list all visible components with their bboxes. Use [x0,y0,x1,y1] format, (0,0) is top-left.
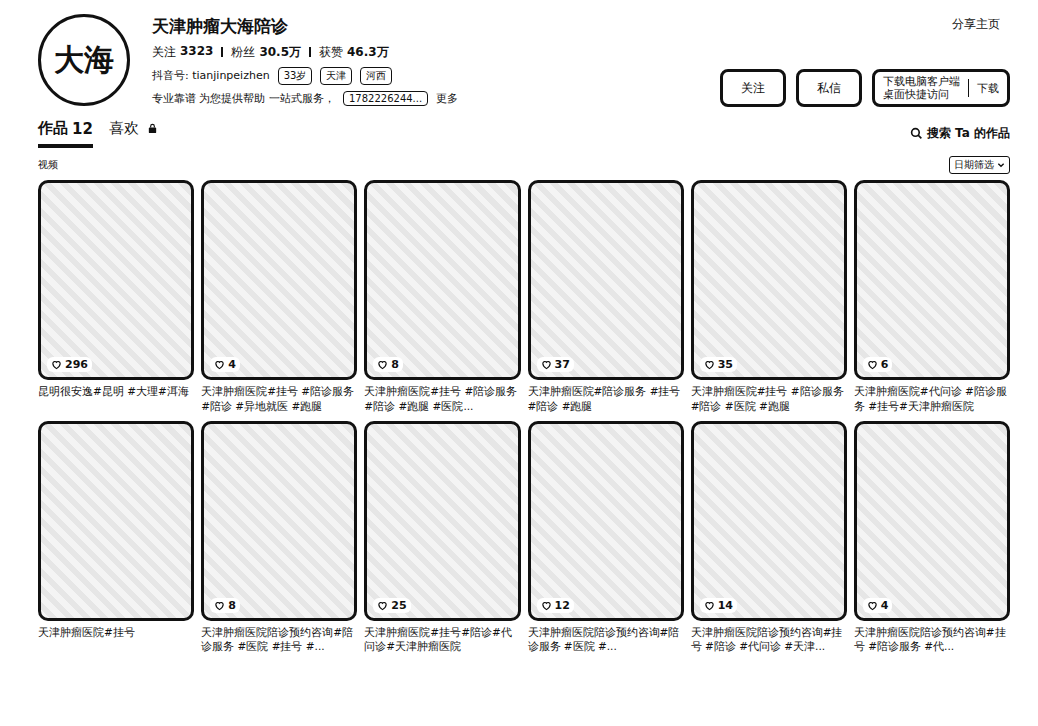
stats-row: 关注3323 粉丝30.5万 获赞46.3万 [152,44,458,61]
tabs-bar: 作品12 喜欢 搜索 Ta 的作品 [38,119,1010,148]
profile-tag: 河西 [360,67,392,85]
video-caption[interactable]: 天津肿瘤医院陪诊预约咨询#陪诊服务 #医院 #... [528,625,684,653]
like-count: 14 [700,598,737,613]
stat[interactable]: 关注3323 [152,44,213,61]
douyin-id: 抖音号: tianjinpeizhen [152,68,270,83]
profile-page: 大海天津肿瘤大海陪诊关注3323 粉丝30.5万 获赞46.3万抖音号: tianj… [0,0,1038,726]
message-button[interactable]: 私信 [796,69,862,107]
filter-row: 视频 日期筛选 [38,156,1010,174]
video-caption[interactable]: 天津肿瘤医院#挂号 #陪诊服务 #陪诊 #医院 #跑腿 [691,384,847,412]
profile-tag: 33岁 [278,67,313,85]
tab[interactable]: 作品12 [38,119,93,148]
video-cover[interactable]: 8 [201,421,357,621]
profile-name: 天津肿瘤大海陪诊 [152,15,458,38]
id-row: 抖音号: tianjinpeizhen 33岁天津河西 [152,67,458,85]
video-caption[interactable]: 天津肿瘤医院#挂号#陪诊#代问诊#天津肿瘤医院 [364,625,520,653]
video-card[interactable]: 25 天津肿瘤医院#挂号#陪诊#代问诊#天津肿瘤医院 [364,421,520,653]
profile-info: 天津肿瘤大海陪诊关注3323 粉丝30.5万 获赞46.3万抖音号: tianjin… [152,15,458,106]
video-cover[interactable]: 296 [38,180,194,380]
follow-button[interactable]: 关注 [720,69,786,107]
bio-row: 专业靠谱 为您提供帮助 一站式服务， 1782226244... 更多 [152,91,458,106]
heart-icon [541,359,552,370]
like-count: 12 [537,598,574,613]
avatar[interactable]: 大海 [38,14,130,106]
profile-tag: 天津 [320,67,352,85]
video-card[interactable]: 8 天津肿瘤医院陪诊预约咨询#陪诊服务 #医院 #挂号 #... [201,421,357,653]
video-card[interactable]: 12 天津肿瘤医院陪诊预约咨询#陪诊服务 #医院 #... [528,421,684,653]
video-caption[interactable]: 昆明很安逸#昆明 #大理#洱海 [38,384,194,398]
stat[interactable]: 粉丝30.5万 [231,44,301,61]
heart-icon [51,359,62,370]
heart-icon [704,600,715,611]
video-cover[interactable]: 4 [201,180,357,380]
video-card[interactable]: 4 天津肿瘤医院陪诊预约咨询#挂号 #陪诊服务 #代... [854,421,1010,653]
like-count: 4 [863,598,893,613]
video-card[interactable]: 4 天津肿瘤医院#挂号 #陪诊服务 #陪诊 #异地就医 #跑腿 [201,180,357,412]
video-cover[interactable]: 8 [364,180,520,380]
video-caption[interactable]: 天津肿瘤医院#挂号 [38,625,194,639]
heart-icon [377,600,388,611]
video-card[interactable]: 6 天津肿瘤医院#代问诊 #陪诊服务 #挂号#天津肿瘤医院 [854,180,1010,412]
heart-icon [214,359,225,370]
like-count: 25 [373,598,410,613]
video-grid: 296 昆明很安逸#昆明 #大理#洱海 4 天津肿瘤医院#挂号 #陪诊服务 #陪诊 #… [38,180,1010,653]
video-cover[interactable]: 14 [691,421,847,621]
video-cover[interactable]: 37 [528,180,684,380]
heart-icon [377,359,388,370]
video-card[interactable]: 14 天津肿瘤医院陪诊预约咨询#挂号 #陪诊 #代问诊 #天津... [691,421,847,653]
video-cover[interactable]: 12 [528,421,684,621]
lock-icon [147,123,158,134]
stat[interactable]: 获赞46.3万 [319,44,389,61]
video-caption[interactable]: 天津肿瘤医院陪诊预约咨询#挂号 #陪诊 #代问诊 #天津... [691,625,847,653]
video-caption[interactable]: 天津肿瘤医院#代问诊 #陪诊服务 #挂号#天津肿瘤医院 [854,384,1010,412]
share-link[interactable]: 分享主页 [952,16,1010,33]
video-cover[interactable]: 4 [854,421,1010,621]
video-card[interactable]: 35 天津肿瘤医院#挂号 #陪诊服务 #陪诊 #医院 #跑腿 [691,180,847,412]
tab[interactable]: 喜欢 [109,119,158,148]
like-count: 296 [47,357,92,372]
video-cover[interactable]: 6 [854,180,1010,380]
profile-header: 大海天津肿瘤大海陪诊关注3323 粉丝30.5万 获赞46.3万抖音号: tianj… [38,14,1010,107]
download-box[interactable]: 下载电脑客户端桌面快捷访问下载 [872,69,1010,107]
category-label[interactable]: 视频 [38,158,58,172]
video-card[interactable]: 8 天津肿瘤医院#挂号 #陪诊服务 #陪诊 #跑腿 #医院... [364,180,520,412]
video-caption[interactable]: 天津肿瘤医院#陪诊服务 #挂号 #陪诊 #跑腿 [528,384,684,412]
chevron-down-icon [997,161,1005,169]
video-cover[interactable]: 25 [364,421,520,621]
search-works[interactable]: 搜索 Ta 的作品 [910,125,1010,142]
heart-icon [704,359,715,370]
video-caption[interactable]: 天津肿瘤医院陪诊预约咨询#挂号 #陪诊服务 #代... [854,625,1010,653]
video-cover[interactable] [38,421,194,621]
video-caption[interactable]: 天津肿瘤医院陪诊预约咨询#陪诊服务 #医院 #挂号 #... [201,625,357,653]
video-cover[interactable]: 35 [691,180,847,380]
video-caption[interactable]: 天津肿瘤医院#挂号 #陪诊服务 #陪诊 #跑腿 #医院... [364,384,520,412]
heart-icon [214,600,225,611]
date-filter[interactable]: 日期筛选 [949,156,1010,174]
video-card[interactable]: 天津肿瘤医院#挂号 [38,421,194,653]
download-button[interactable]: 下载 [977,81,999,96]
like-count: 35 [700,357,737,372]
like-count: 37 [537,357,574,372]
like-count: 8 [373,357,403,372]
like-count: 8 [210,598,240,613]
more-link[interactable]: 更多 [436,91,458,106]
video-card[interactable]: 296 昆明很安逸#昆明 #大理#洱海 [38,180,194,412]
heart-icon [541,600,552,611]
heart-icon [867,359,878,370]
video-card[interactable]: 37 天津肿瘤医院#陪诊服务 #挂号 #陪诊 #跑腿 [528,180,684,412]
like-count: 6 [863,357,893,372]
like-count: 4 [210,357,240,372]
bio: 专业靠谱 为您提供帮助 一站式服务， [152,91,335,106]
phone: 1782226244... [343,91,428,106]
search-icon [910,127,923,140]
video-caption[interactable]: 天津肿瘤医院#挂号 #陪诊服务 #陪诊 #异地就医 #跑腿 [201,384,357,412]
heart-icon [867,600,878,611]
